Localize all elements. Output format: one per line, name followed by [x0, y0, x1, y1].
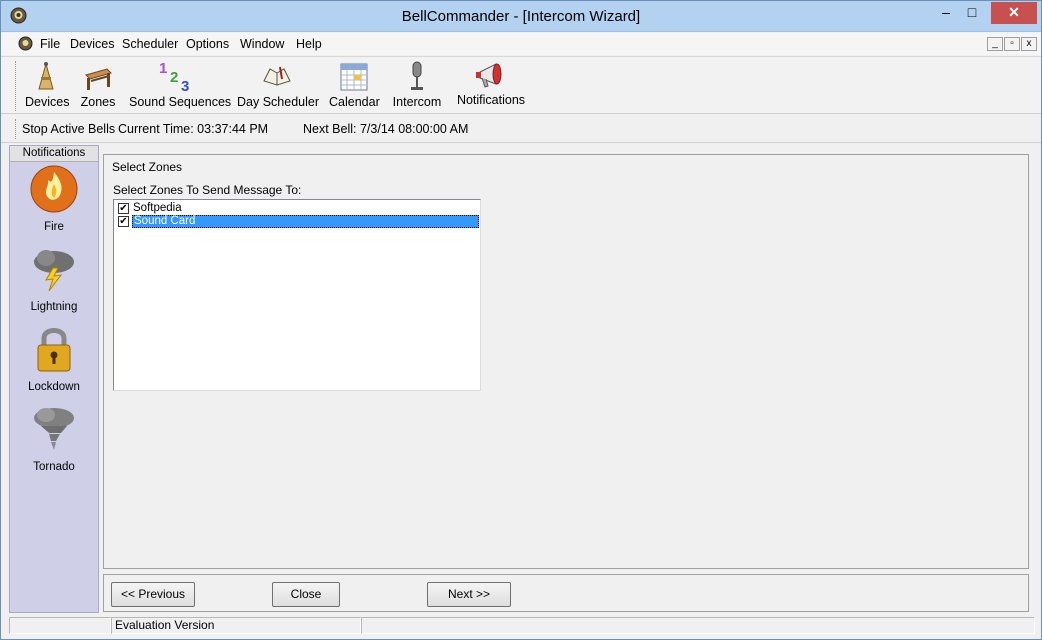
toolbar-grip[interactable] [15, 61, 18, 111]
main-toolbar: Devices Zones 1 2 3 Sound Sequences Day … [1, 56, 1041, 114]
status-toolbar: Stop Active Bells Current Time: 03:37:44… [1, 115, 1041, 143]
stop-active-bells-button[interactable]: Stop Active Bells [22, 122, 115, 136]
zone-row[interactable]: ✔ Softpedia [116, 202, 480, 215]
window-title: BellCommander - [Intercom Wizard] [401, 8, 641, 25]
menu-devices[interactable]: Devices [70, 37, 114, 51]
zones-icon [85, 68, 112, 90]
toolbar-sound-sequences-label: Sound Sequences [129, 95, 232, 109]
toolbar-day-scheduler-label: Day Scheduler [237, 95, 319, 109]
status-cell-left [9, 617, 111, 634]
notification-tornado-label: Tornado [33, 461, 75, 473]
menu-window[interactable]: Window [240, 37, 284, 51]
minimize-button[interactable]: – [933, 2, 959, 24]
sound-sequences-icon: 1 2 3 [159, 60, 189, 93]
svg-text:3: 3 [181, 78, 189, 93]
day-scheduler-icon [263, 66, 291, 86]
close-button[interactable]: Close [272, 582, 340, 607]
notifications-panel: Notifications Fire Lightning Lockdown To… [9, 145, 99, 613]
lightning-icon [34, 250, 74, 292]
tornado-icon [34, 408, 74, 450]
select-zones-title: Select Zones [110, 160, 185, 174]
menu-file[interactable]: File [40, 37, 60, 51]
mdi-close-button[interactable]: x [1021, 37, 1037, 51]
svg-text:1: 1 [159, 60, 167, 77]
calendar-icon [340, 63, 368, 91]
document-system-icon[interactable] [18, 36, 33, 51]
notification-fire-label: Fire [44, 221, 64, 233]
next-button[interactable]: Next >> [427, 582, 511, 607]
microphone-icon [411, 61, 423, 90]
lock-icon [37, 328, 71, 372]
notification-lockdown[interactable]: Lockdown [10, 324, 98, 393]
wizard-button-bar: << Previous Close Next >> [103, 574, 1029, 612]
toolbar-calendar-button[interactable]: Calendar [329, 59, 380, 109]
evaluation-version-label: Evaluation Version [111, 617, 361, 634]
mdi-minimize-button[interactable]: _ [987, 37, 1003, 51]
notification-lightning-label: Lightning [30, 301, 78, 313]
toolbar-day-scheduler-button[interactable]: Day Scheduler [237, 59, 319, 109]
svg-text:2: 2 [170, 69, 178, 86]
zone-name: Softpedia [133, 202, 182, 214]
status-cell-right [361, 617, 1035, 634]
mdi-controls: _ ▫ x [987, 37, 1037, 51]
maximize-button[interactable]: □ [959, 2, 985, 24]
notification-lightning[interactable]: Lightning [10, 244, 98, 313]
notification-tornado[interactable]: Tornado [10, 404, 98, 473]
toolbar-intercom-button[interactable]: Intercom [391, 59, 443, 109]
zone-checkbox[interactable]: ✔ [118, 203, 129, 214]
notifications-panel-header: Notifications [10, 146, 98, 162]
menu-help[interactable]: Help [296, 37, 322, 51]
menu-bar: File Devices Scheduler Options Window He… [1, 33, 1041, 55]
app-window: BellCommander - [Intercom Wizard] – □ ✕ … [0, 0, 1042, 640]
status-bar: Evaluation Version [9, 617, 1035, 635]
zones-list-label: Select Zones To Send Message To: [113, 183, 302, 197]
toolbar-sound-sequences-button[interactable]: 1 2 3 Sound Sequences [129, 59, 232, 109]
select-zones-group: Select Zones Select Zones To Send Messag… [103, 154, 1029, 569]
mdi-restore-button[interactable]: ▫ [1004, 37, 1020, 51]
toolbar-intercom-label: Intercom [392, 95, 442, 109]
toolbar-devices-label: Devices [25, 95, 70, 109]
zones-checklist[interactable]: ✔ Softpedia ✔ Sound Card [113, 199, 481, 391]
menu-options[interactable]: Options [186, 37, 229, 51]
close-window-button[interactable]: ✕ [991, 2, 1037, 24]
intercom-wizard: Select Zones Select Zones To Send Messag… [101, 145, 1035, 615]
toolbar-zones-button[interactable]: Zones [79, 59, 117, 109]
toolbar-zones-label: Zones [80, 95, 116, 109]
zone-checkbox[interactable]: ✔ [118, 216, 129, 227]
toolbar-devices-button[interactable]: Devices [25, 59, 70, 109]
megaphone-icon [476, 63, 502, 88]
toolbar-notifications-button[interactable]: Notifications [455, 59, 527, 107]
current-time-label: Current Time: 03:37:44 PM [118, 122, 269, 136]
notification-fire[interactable]: Fire [10, 164, 98, 233]
toolbar-calendar-label: Calendar [329, 95, 380, 109]
fire-icon [30, 165, 78, 213]
devices-icon [38, 62, 54, 90]
previous-button[interactable]: << Previous [111, 582, 195, 607]
zone-name: Sound Card [132, 215, 479, 228]
zone-row[interactable]: ✔ Sound Card [116, 215, 480, 228]
title-bar[interactable]: BellCommander - [Intercom Wizard] – □ ✕ [1, 1, 1041, 32]
next-bell-label: Next Bell: 7/3/14 08:00:00 AM [303, 122, 469, 136]
menu-scheduler[interactable]: Scheduler [122, 37, 178, 51]
status-toolbar-grip[interactable] [15, 119, 18, 139]
notification-lockdown-label: Lockdown [28, 381, 80, 393]
toolbar-notifications-label: Notifications [456, 93, 526, 107]
